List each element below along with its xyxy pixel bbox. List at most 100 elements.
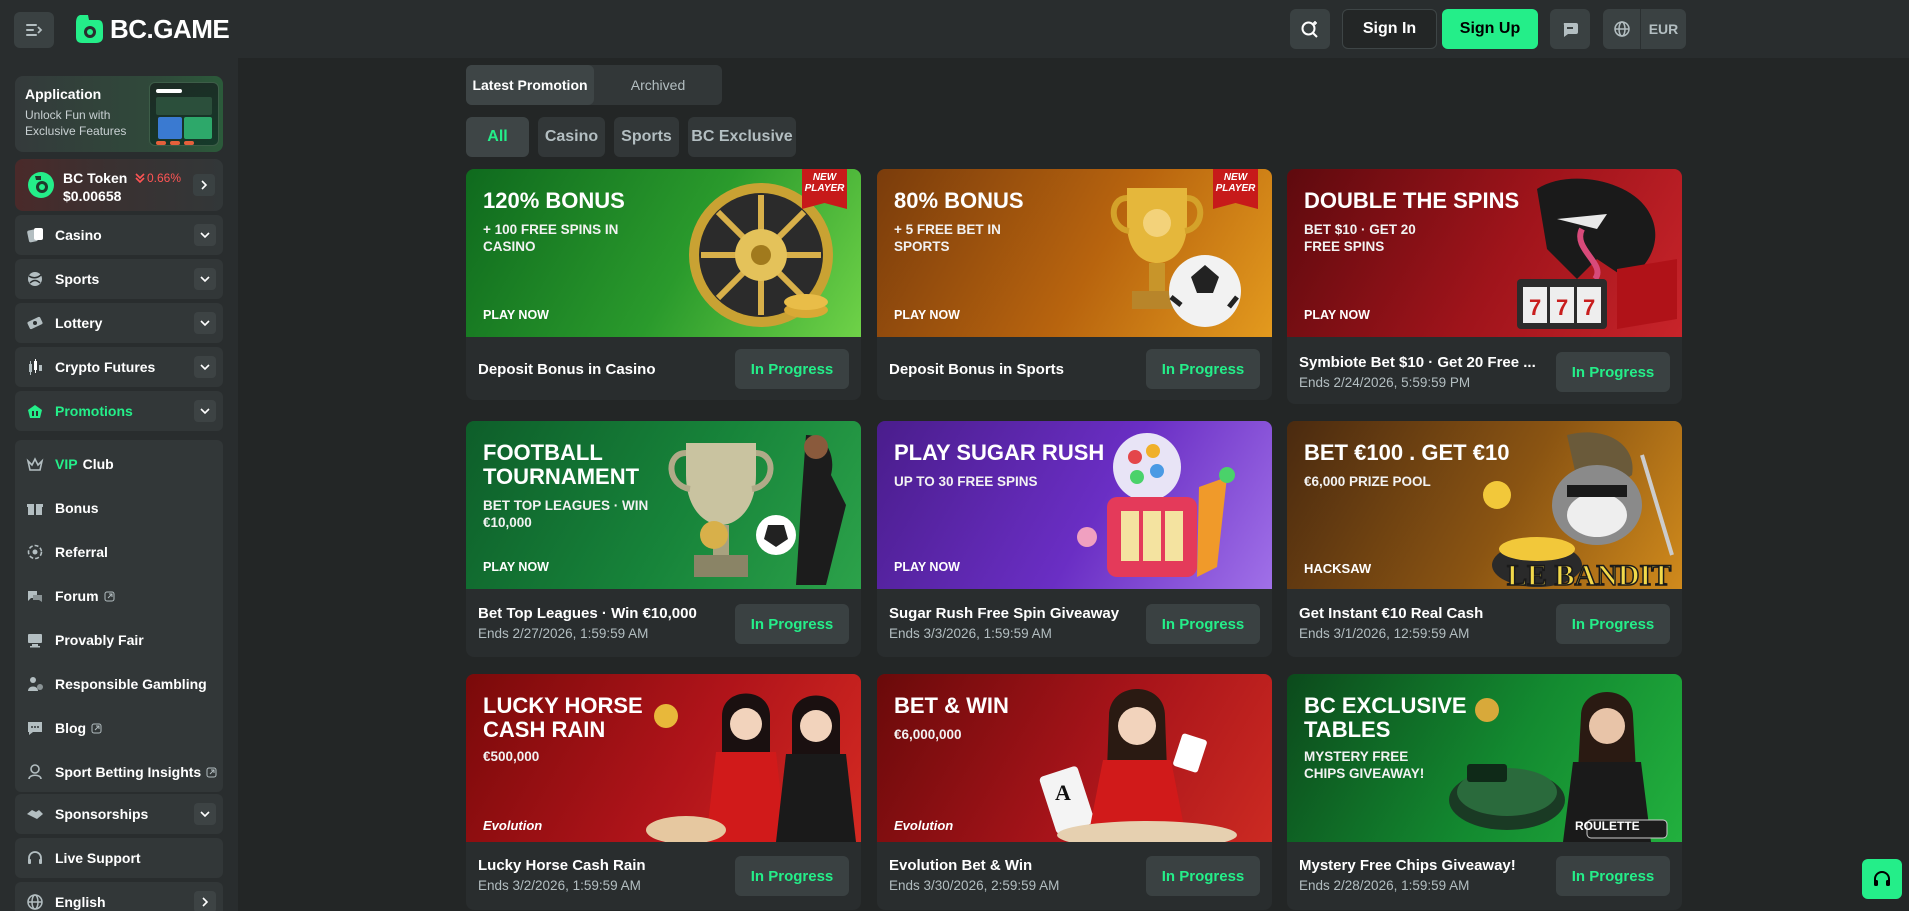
banner-cta: PLAY NOW <box>483 308 549 322</box>
sign-up-button[interactable]: Sign Up <box>1442 9 1538 49</box>
chat-icon <box>1561 20 1579 38</box>
promo-end-date: Ends 3/3/2026, 1:59:59 AM <box>889 626 1052 641</box>
status-badge[interactable]: In Progress <box>1556 352 1670 392</box>
chevron-down-icon[interactable] <box>194 803 216 825</box>
sidebar-item-sponsorships[interactable]: Sponsorships <box>15 794 223 834</box>
headset-icon <box>1871 868 1893 890</box>
banner-title: BC EXCLUSIVE TABLES <box>1304 693 1467 742</box>
token-change-value: 0.66% <box>147 171 182 185</box>
status-badge[interactable]: In Progress <box>735 604 849 644</box>
status-badge[interactable]: In Progress <box>735 856 849 896</box>
sidebar-item-label: Referral <box>55 544 108 560</box>
bet-and-win-dealer-image: A <box>1039 689 1237 842</box>
promo-title: Deposit Bonus in Casino <box>478 361 656 378</box>
promo-card[interactable]: NEW PLAYER 80% BONUS + 5 FREE BET IN SPO… <box>877 169 1272 400</box>
chat-button[interactable] <box>1550 9 1590 49</box>
provider-logo: Evolution <box>894 818 954 833</box>
status-badge[interactable]: In Progress <box>1146 856 1260 896</box>
sports-icon <box>25 269 45 289</box>
tab-archived[interactable]: Archived <box>594 65 722 105</box>
filter-all[interactable]: All <box>466 117 529 157</box>
filter-bc-exclusive[interactable]: BC Exclusive <box>688 117 796 157</box>
svg-text:A: A <box>1055 780 1071 805</box>
sidebar-item-label: Forum <box>55 588 99 604</box>
globe-icon <box>1603 9 1641 49</box>
status-badge[interactable]: In Progress <box>735 349 849 389</box>
logo-text: BC.GAME <box>110 13 230 44</box>
bc-token-card[interactable]: BC Token 0.66% $0.00658 <box>15 159 223 211</box>
promo-title: Mystery Free Chips Giveaway! <box>1299 857 1516 874</box>
language-currency-selector[interactable]: EUR <box>1603 9 1686 49</box>
promo-card[interactable]: PLAY SUGAR RUSH UP TO 30 FREE SPINS PLAY… <box>877 421 1272 657</box>
promo-banner: 7 7 7 DOUBLE THE SPINS BET $10 · GET 20 … <box>1287 169 1682 337</box>
sidebar-item-lottery[interactable]: Lottery <box>15 303 223 343</box>
banner-title: DOUBLE THE SPINS <box>1304 188 1520 213</box>
external-link-icon <box>206 767 217 778</box>
app-promo-card[interactable]: Application Unlock Fun with Exclusive Fe… <box>15 76 223 152</box>
sidebar: Application Unlock Fun with Exclusive Fe… <box>0 58 238 911</box>
sidebar-item-responsible-gambling[interactable]: Responsible Gambling <box>15 664 223 704</box>
sidebar-item-promotions[interactable]: Promotions <box>15 391 223 431</box>
sidebar-links-group: VIP Club Bonus Referral Forum Provably Fa… <box>15 440 223 792</box>
promo-card[interactable]: 7 7 7 DOUBLE THE SPINS BET $10 · GET 20 … <box>1287 169 1682 404</box>
banner-subtitle: + 5 FREE BET IN SPORTS <box>894 222 1001 254</box>
chevron-down-icon[interactable] <box>194 400 216 422</box>
sign-in-button[interactable]: Sign In <box>1342 9 1437 49</box>
promo-card[interactable]: FOOTBALL TOURNAMENT BET TOP LEAGUES · WI… <box>466 421 861 657</box>
svg-text:7: 7 <box>1556 295 1568 320</box>
new-player-badge: NEW PLAYER <box>802 169 847 209</box>
sidebar-item-crypto-futures[interactable]: Crypto Futures <box>15 347 223 387</box>
chevron-right-icon[interactable] <box>193 174 215 196</box>
sidebar-item-provably-fair[interactable]: Provably Fair <box>15 620 223 660</box>
chevron-down-icon[interactable] <box>194 356 216 378</box>
sidebar-item-label: Casino <box>55 227 102 243</box>
promo-card[interactable]: LE BANDIT BET €100 . GET €10 €6,000 PRIZ… <box>1287 421 1682 657</box>
tab-latest-promotion[interactable]: Latest Promotion <box>466 65 594 105</box>
promo-card[interactable]: BC EXCLUSIVE TABLES MYSTERY FREE CHIPS G… <box>1287 674 1682 910</box>
banner-title: 120% BONUS <box>483 188 625 213</box>
sidebar-item-casino[interactable]: Casino <box>15 215 223 255</box>
status-badge[interactable]: In Progress <box>1556 856 1670 896</box>
sidebar-item-live-support[interactable]: Live Support <box>15 838 223 878</box>
sidebar-item-referral[interactable]: Referral <box>15 532 223 572</box>
site-logo[interactable]: BC.GAME <box>74 13 230 45</box>
banner-subtitle: UP TO 30 FREE SPINS <box>894 474 1038 489</box>
search-button[interactable] <box>1290 9 1330 49</box>
crown-icon <box>25 454 45 474</box>
lottery-icon <box>25 313 45 333</box>
sidebar-item-label: Sports <box>55 271 100 287</box>
banner-subtitle: BET TOP LEAGUES · WIN €10,000 <box>483 498 649 530</box>
game-name-label: ROULETTE <box>1575 819 1640 833</box>
promo-card[interactable]: A BET & WIN €6,000,000 Evolution Evoluti… <box>877 674 1272 910</box>
filter-sports[interactable]: Sports <box>614 117 679 157</box>
filter-casino[interactable]: Casino <box>538 117 605 157</box>
chevron-down-icon[interactable] <box>194 268 216 290</box>
chevron-down-icon[interactable] <box>194 312 216 334</box>
status-badge[interactable]: In Progress <box>1146 349 1260 389</box>
sidebar-item-sports[interactable]: Sports <box>15 259 223 299</box>
sidebar-item-sport-betting-insights[interactable]: Sport Betting Insights <box>15 752 223 792</box>
banner-cta: PLAY NOW <box>1304 308 1370 322</box>
sidebar-item-forum[interactable]: Forum <box>15 576 223 616</box>
headset-icon <box>25 848 45 868</box>
sidebar-item-language[interactable]: English <box>15 882 223 911</box>
menu-toggle-button[interactable] <box>14 12 54 48</box>
sidebar-item-blog[interactable]: Blog <box>15 708 223 748</box>
promo-card[interactable]: LUCKY HORSE CASH RAIN €500,000 Evolution… <box>466 674 861 910</box>
category-filters: All Casino Sports BC Exclusive <box>466 117 796 157</box>
live-support-button[interactable] <box>1862 859 1902 899</box>
insights-icon <box>25 762 45 782</box>
top-header: BC.GAME Sign In Sign Up EUR <box>0 0 1909 58</box>
menu-icon <box>25 22 43 38</box>
banner-title: BET & WIN <box>894 693 1009 718</box>
sidebar-item-label: Provably Fair <box>55 632 144 648</box>
chevron-down-icon[interactable] <box>194 224 216 246</box>
sidebar-item-vip-club[interactable]: VIP Club <box>15 444 223 484</box>
status-badge[interactable]: In Progress <box>1556 604 1670 644</box>
sponsorships-icon <box>25 804 45 824</box>
status-badge[interactable]: In Progress <box>1146 604 1260 644</box>
chevron-right-icon[interactable] <box>194 891 216 911</box>
sidebar-item-bonus[interactable]: Bonus <box>15 488 223 528</box>
promo-card[interactable]: NEW PLAYER 120% BONUS + 100 FREE SPINS I… <box>466 169 861 400</box>
promo-end-date: Ends 3/1/2026, 12:59:59 AM <box>1299 626 1470 641</box>
